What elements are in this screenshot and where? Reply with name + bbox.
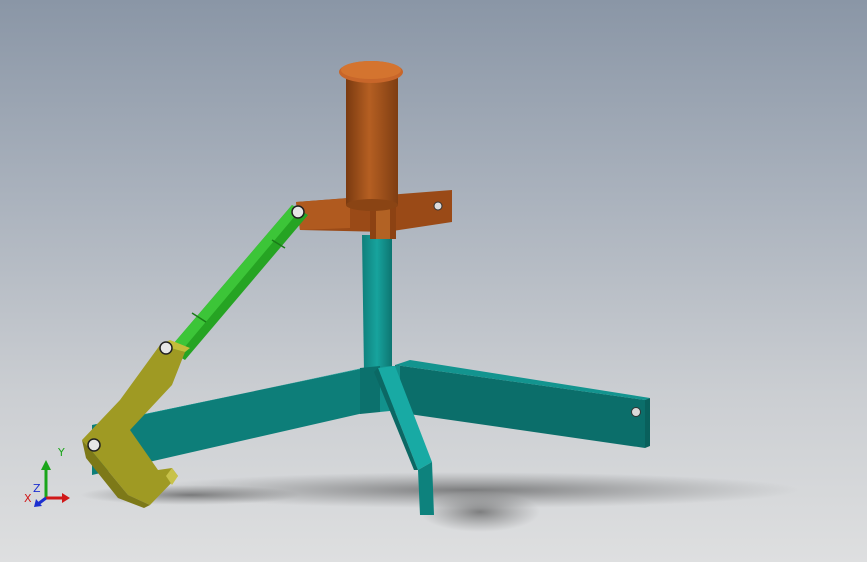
x-axis-label: X xyxy=(24,492,32,505)
3d-viewport[interactable]: Y X Z xyxy=(0,0,867,562)
ground-shadow xyxy=(80,472,800,532)
base-leg-right[interactable] xyxy=(395,360,650,448)
pin-upper[interactable] xyxy=(291,205,305,219)
support-column[interactable] xyxy=(362,235,392,372)
connecting-link[interactable] xyxy=(168,205,308,360)
y-axis-arrowhead xyxy=(41,460,51,470)
upper-sleeve[interactable] xyxy=(339,61,403,211)
pin-lower[interactable] xyxy=(87,438,101,452)
leg-hole-right xyxy=(631,407,641,417)
y-axis-label: Y xyxy=(57,446,65,459)
z-axis-label: Z xyxy=(33,482,41,495)
x-axis-arrowhead xyxy=(62,493,70,503)
model-canvas[interactable]: Y X Z xyxy=(0,0,867,562)
bracket-hole xyxy=(433,201,443,211)
coordinate-triad[interactable]: Y X Z xyxy=(24,446,70,507)
pin-middle[interactable] xyxy=(159,341,173,355)
